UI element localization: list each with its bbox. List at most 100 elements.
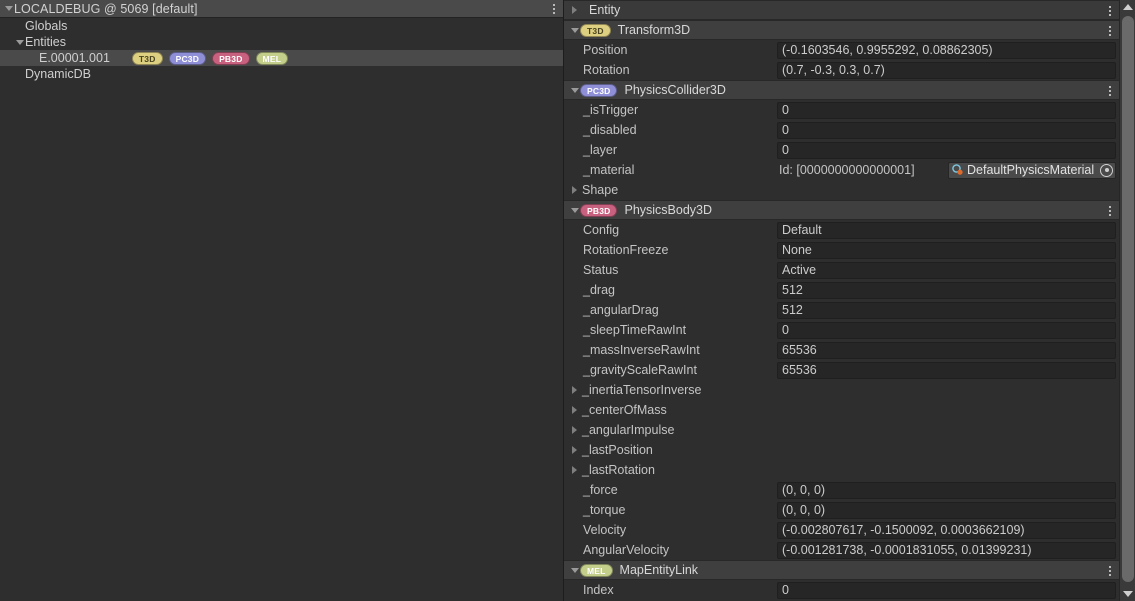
chevron-right-icon[interactable] [569,405,580,416]
property-label: _inertiaTensorInverse [564,380,702,400]
property-row-gravityscalerawint[interactable]: _gravityScaleRawInt 65536 [564,360,1119,380]
property-value-input[interactable]: (-0.002807617, -0.1500092, 0.0003662109) [777,521,1116,539]
property-value-input[interactable]: 0 [777,121,1116,139]
property-label: _gravityScaleRawInt [583,363,697,377]
chevron-down-icon[interactable] [569,25,580,36]
property-label: Config [583,223,620,237]
property-value-input[interactable]: Default [777,221,1116,239]
property-value-input[interactable]: 0 [777,581,1116,599]
property-value-input[interactable]: Active [777,261,1116,279]
component-menu-button[interactable] [1104,82,1116,100]
property-label: _drag [583,283,615,297]
hierarchy-item-e-00001-001[interactable]: E.00001.001 T3D PC3D PB3D MEL [0,50,563,66]
property-value-input[interactable]: (0, 0, 0) [777,481,1116,499]
property-row-istrigger[interactable]: _isTrigger 0 [564,100,1119,120]
property-row-material[interactable]: _material Id: [0000000000000001] DefaultPh… [564,160,1119,180]
component-header-entity[interactable]: Entity [564,0,1119,20]
component-header-physicsbody3d[interactable]: PB3D PhysicsBody3D [564,200,1119,220]
property-label: _force [583,483,618,497]
property-label-text: _inertiaTensorInverse [582,383,702,397]
spacer-icon [14,69,25,80]
chevron-down-icon[interactable] [14,37,25,48]
component-badge-pb3d: PB3D [580,203,618,217]
hierarchy-item-dynamicdb[interactable]: DynamicDB [0,66,563,82]
property-row-lastrotation[interactable]: _lastRotation [564,460,1119,480]
property-value-input[interactable]: 0 [777,101,1116,119]
scroll-up-button[interactable] [1120,0,1135,14]
object-id-text: Id: [0000000000000001] [779,162,915,177]
property-label: RotationFreeze [583,243,669,257]
chevron-down-icon[interactable] [569,565,580,576]
component-header-mapentitylink[interactable]: MEL MapEntityLink [564,560,1119,580]
property-value-input[interactable]: (-0.1603546, 0.9955292, 0.08862305) [777,41,1116,59]
scroll-down-button[interactable] [1120,587,1135,601]
property-row-layer[interactable]: _layer 0 [564,140,1119,160]
property-row-drag[interactable]: _drag 512 [564,280,1119,300]
property-row-angularvelocity[interactable]: AngularVelocity (-0.001281738, -0.0001831… [564,540,1119,560]
property-value-input[interactable]: 65536 [777,341,1116,359]
property-value-input[interactable]: 0 [777,141,1116,159]
chevron-down-icon[interactable] [569,85,580,96]
property-row-position[interactable]: Position (-0.1603546, 0.9955292, 0.088623… [564,40,1119,60]
inspector-panel: Entity T3D Transform3D Position (-0.1603546,… [564,0,1135,601]
chevron-right-icon[interactable] [569,465,580,476]
component-badge-mel: MEL [580,563,613,577]
hierarchy-menu-button[interactable] [548,0,560,18]
property-row-disabled[interactable]: _disabled 0 [564,120,1119,140]
chevron-right-icon[interactable] [569,385,580,396]
object-picker[interactable]: DefaultPhysicsMaterial [948,161,1116,179]
hierarchy-item-globals[interactable]: Globals [0,18,563,34]
chevron-right-icon[interactable] [569,445,580,456]
object-name-label: DefaultPhysicsMaterial [967,162,1095,177]
property-value-input[interactable]: 65536 [777,361,1116,379]
chevron-right-icon[interactable] [569,5,580,16]
property-row-torque[interactable]: _torque (0, 0, 0) [564,500,1119,520]
hierarchy-item-label: E.00001.001 [39,51,110,65]
property-value-input[interactable]: 512 [777,301,1116,319]
hierarchy-title: LOCALDEBUG @ 5069 [default] [14,1,198,16]
component-header-transform3d[interactable]: T3D Transform3D [564,20,1119,40]
property-label: _angularDrag [583,303,659,317]
component-menu-button[interactable] [1104,562,1116,580]
property-row-angularimpulse[interactable]: _angularImpulse [564,420,1119,440]
property-row-angulardrag[interactable]: _angularDrag 512 [564,300,1119,320]
property-label: Shape [564,180,618,200]
property-row-sleeptimerawint[interactable]: _sleepTimeRawInt 0 [564,320,1119,340]
component-menu-button[interactable] [1104,202,1116,220]
property-row-massinverserawint[interactable]: _massInverseRawInt 65536 [564,340,1119,360]
scroll-thumb[interactable] [1122,16,1134,582]
property-label-text: _lastPosition [582,443,653,457]
property-value-input[interactable]: None [777,241,1116,259]
property-value-input[interactable]: 0 [777,321,1116,339]
chevron-right-icon[interactable] [569,425,580,436]
property-value-input[interactable]: (-0.001281738, -0.0001831055, 0.01399231… [777,541,1116,559]
property-value-input[interactable]: (0.7, -0.3, 0.3, 0.7) [777,61,1116,79]
property-value-input[interactable]: 512 [777,281,1116,299]
property-row-status[interactable]: Status Active [564,260,1119,280]
chevron-right-icon[interactable] [569,185,580,196]
chevron-down-icon[interactable] [569,205,580,216]
chevron-down-icon[interactable] [3,3,14,14]
property-row-shape[interactable]: Shape [564,180,1119,200]
target-select-icon[interactable] [1100,163,1113,177]
component-menu-button[interactable] [1104,2,1116,20]
property-row-rotationfreeze[interactable]: RotationFreeze None [564,240,1119,260]
hierarchy-header[interactable]: LOCALDEBUG @ 5069 [default] [0,0,563,18]
property-row-index[interactable]: Index 0 [564,580,1119,600]
inspector-scrollbar[interactable] [1119,0,1135,601]
app-root: LOCALDEBUG @ 5069 [default] Globals Entit… [0,0,1135,601]
component-badge-pc3d: PC3D [580,83,618,97]
property-row-force[interactable]: _force (0, 0, 0) [564,480,1119,500]
property-row-velocity[interactable]: Velocity (-0.002807617, -0.1500092, 0.000… [564,520,1119,540]
component-header-physicscollider3d[interactable]: PC3D PhysicsCollider3D [564,80,1119,100]
component-menu-button[interactable] [1104,22,1116,40]
component-badge-pb3d: PB3D [212,51,250,65]
property-row-rotation[interactable]: Rotation (0.7, -0.3, 0.3, 0.7) [564,60,1119,80]
property-row-lastposition[interactable]: _lastPosition [564,440,1119,460]
property-value-input[interactable]: (0, 0, 0) [777,501,1116,519]
component-badge-pc3d: PC3D [168,51,207,65]
hierarchy-item-entities[interactable]: Entities [0,34,563,50]
property-row-centerofmass[interactable]: _centerOfMass [564,400,1119,420]
property-row-config[interactable]: Config Default [564,220,1119,240]
property-row-inertiatensorinverse[interactable]: _inertiaTensorInverse [564,380,1119,400]
